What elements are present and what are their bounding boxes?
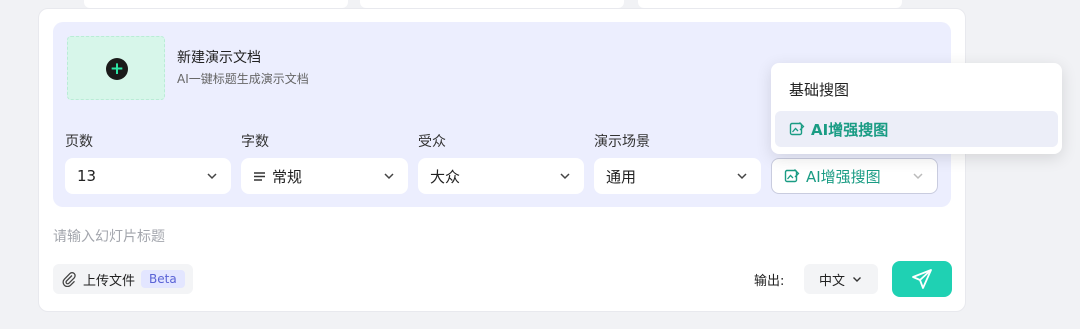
words-label: 字数	[241, 134, 269, 150]
pages-label: 页数	[65, 134, 93, 150]
background-card	[638, 0, 902, 8]
upload-file-button[interactable]: 上传文件 Beta	[53, 264, 193, 294]
chevron-down-icon	[207, 173, 217, 180]
background-card	[360, 0, 624, 8]
pages-select[interactable]: 13	[65, 158, 231, 194]
background-card	[84, 0, 348, 8]
pages-value: 13	[77, 167, 97, 185]
image-search-value: AI增强搜图	[806, 167, 881, 186]
beta-badge: Beta	[141, 270, 185, 288]
audience-label: 受众	[418, 134, 446, 150]
plus-icon: +	[106, 58, 128, 80]
image-edit-icon	[789, 122, 805, 136]
words-value: 常规	[272, 167, 303, 186]
scene-value: 通用	[606, 167, 637, 186]
image-search-dropdown: 基础搜图 AI增强搜图	[771, 63, 1062, 154]
image-search-select[interactable]: AI增强搜图	[771, 158, 938, 194]
option-basic-search-label: 基础搜图	[789, 80, 850, 99]
scene-select[interactable]: 通用	[594, 158, 761, 194]
option-ai-search[interactable]: AI增强搜图	[775, 111, 1058, 147]
upload-file-label: 上传文件	[83, 273, 136, 289]
chevron-down-icon	[560, 173, 570, 180]
image-edit-icon	[784, 169, 800, 183]
words-select[interactable]: 常规	[241, 158, 408, 194]
chevron-down-icon	[853, 277, 861, 282]
slide-title-input[interactable]	[53, 226, 653, 248]
scene-label: 演示场景	[594, 134, 650, 150]
audience-select[interactable]: 大众	[418, 158, 584, 194]
output-language-select[interactable]: 中文	[804, 264, 878, 294]
option-ai-search-label: AI增强搜图	[811, 120, 889, 139]
lines-icon	[254, 171, 265, 181]
new-doc-thumbnail[interactable]: +	[67, 36, 165, 100]
send-icon	[912, 269, 932, 289]
paperclip-icon	[62, 272, 76, 287]
chevron-down-icon	[737, 173, 747, 180]
output-label: 输出:	[754, 274, 785, 289]
audience-value: 大众	[430, 167, 461, 186]
option-basic-search[interactable]: 基础搜图	[775, 71, 1058, 107]
send-button[interactable]	[892, 261, 952, 297]
chevron-down-icon	[913, 173, 923, 180]
chevron-down-icon	[384, 173, 394, 180]
new-doc-title: 新建演示文档	[177, 50, 261, 66]
new-doc-subtitle: AI一键标题生成演示文档	[177, 72, 309, 86]
output-language-value: 中文	[818, 273, 845, 289]
